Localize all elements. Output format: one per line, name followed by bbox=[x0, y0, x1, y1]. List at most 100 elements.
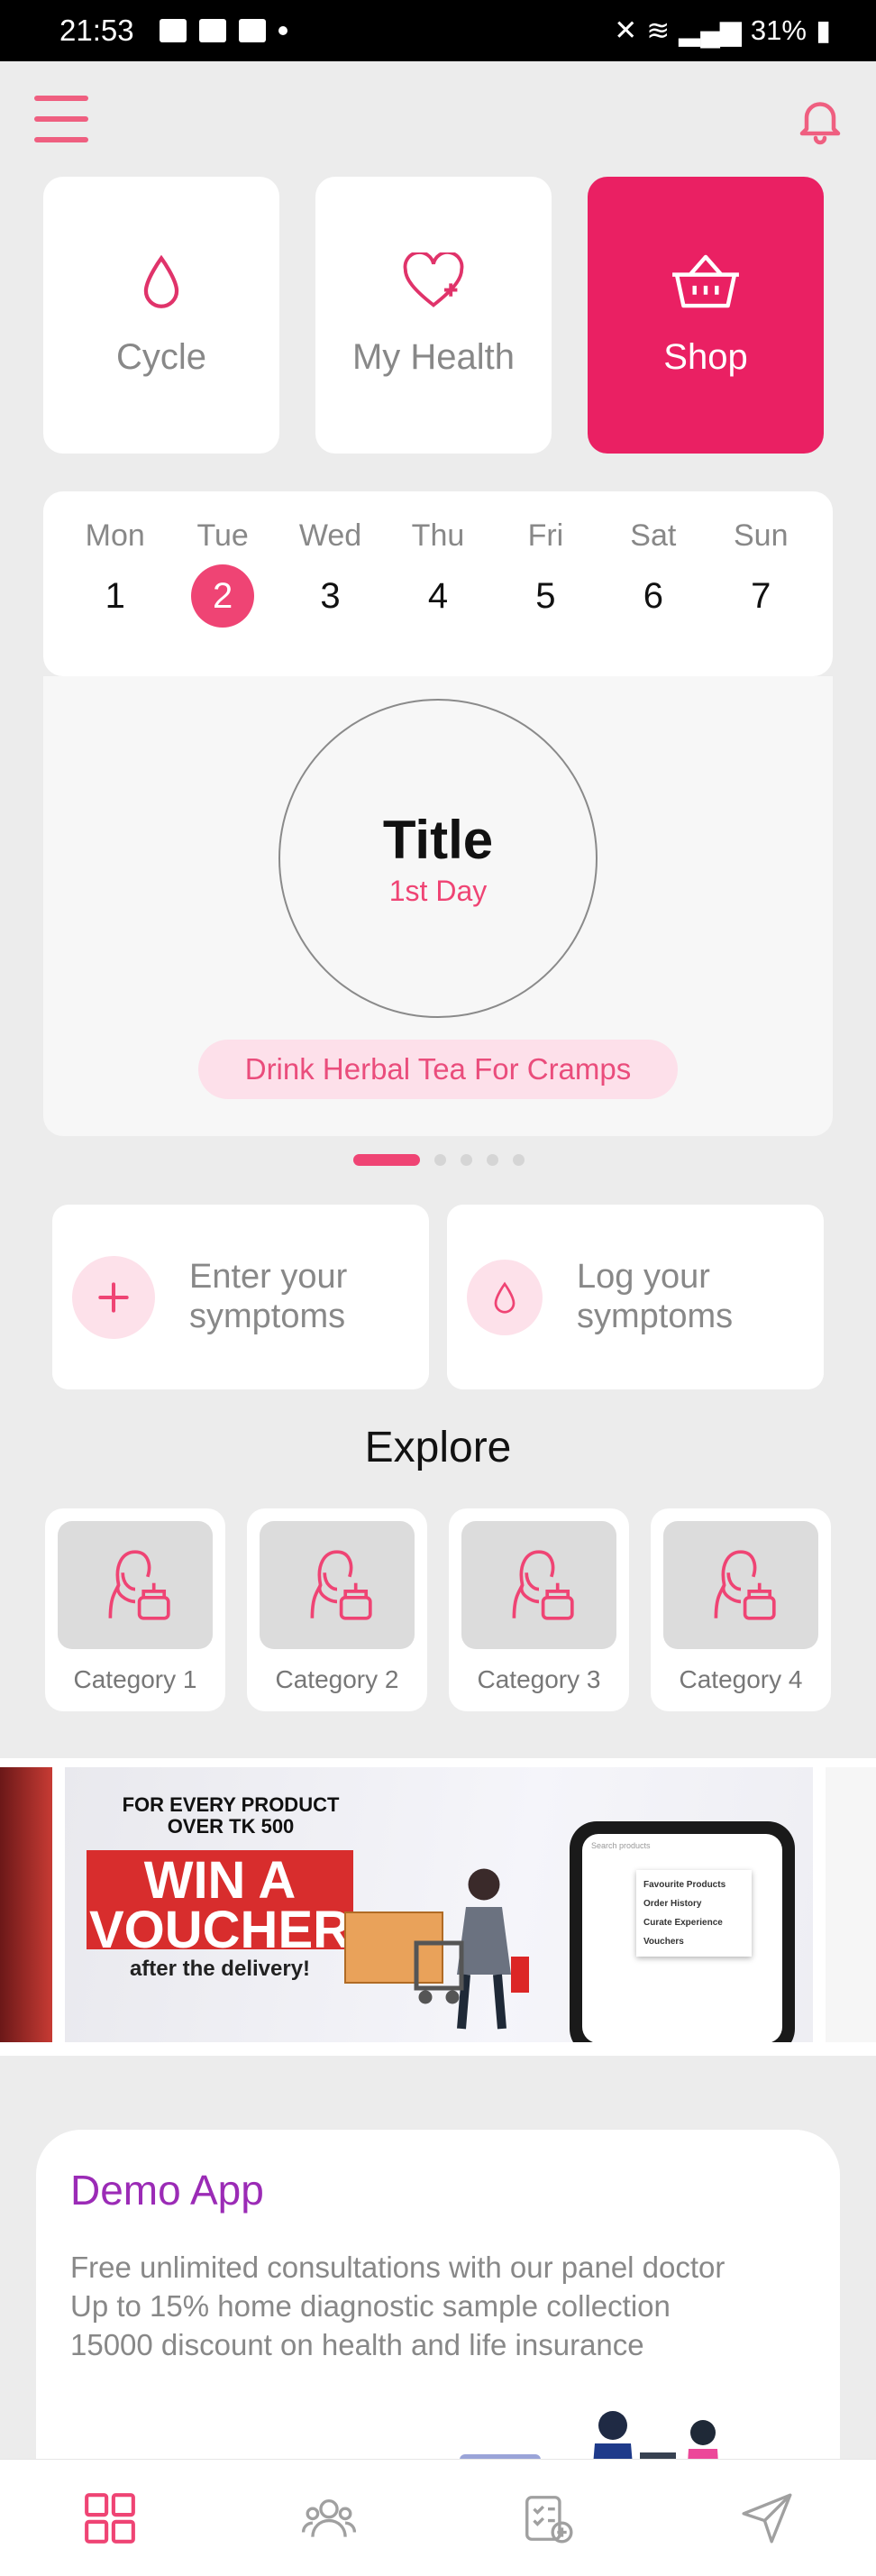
heart-plus-icon bbox=[403, 252, 464, 307]
day-name: Sat bbox=[630, 518, 677, 553]
nav-tasks[interactable] bbox=[512, 2482, 584, 2554]
day-number: 3 bbox=[320, 575, 341, 616]
bottom-navigation bbox=[0, 2459, 876, 2576]
notification-dot-icon bbox=[278, 26, 287, 35]
indicator-dot bbox=[434, 1154, 446, 1166]
phone-illustration: Search products Favourite Products Order… bbox=[570, 1821, 795, 2042]
tile-cycle[interactable]: Cycle bbox=[43, 177, 279, 454]
shopper-illustration bbox=[414, 1868, 529, 2030]
calendar-day[interactable]: Sun 7 bbox=[716, 518, 806, 676]
app-icon bbox=[198, 19, 226, 42]
day-number: 2 bbox=[191, 564, 255, 628]
day-name: Wed bbox=[298, 518, 362, 553]
banner-small-text: FOR EVERY PRODUCT OVER TK 500 bbox=[122, 1793, 340, 1838]
calendar-day[interactable]: Wed 3 bbox=[286, 518, 376, 676]
phone-search-placeholder: Search products bbox=[591, 1841, 651, 1850]
tile-label: My Health bbox=[351, 337, 516, 377]
status-bar: 21:53 ✕ ≋ ▂▄▆ 31% ▮ bbox=[0, 0, 876, 61]
category-image bbox=[58, 1521, 213, 1649]
calendar-day[interactable]: Thu 4 bbox=[393, 518, 483, 676]
cycle-title: Title bbox=[382, 810, 494, 870]
send-icon bbox=[741, 2492, 792, 2544]
community-icon bbox=[301, 2498, 356, 2537]
calendar-day[interactable]: Fri 5 bbox=[500, 518, 590, 676]
feature-tiles: Cycle My Health Shop bbox=[43, 177, 824, 454]
category-image bbox=[663, 1521, 818, 1649]
phone-menu: Favourite Products Order History Curate … bbox=[636, 1870, 752, 1957]
drop-icon bbox=[467, 1259, 543, 1335]
category-list: Category 1 Category 2 Category 3 Categor… bbox=[45, 1508, 831, 1711]
voucher-banner[interactable]: FOR EVERY PRODUCT OVER TK 500 WIN A VOUC… bbox=[65, 1767, 813, 2042]
calendar-day[interactable]: Mon 1 bbox=[70, 518, 160, 676]
bell-icon[interactable] bbox=[793, 93, 847, 147]
indicator-dot bbox=[487, 1154, 498, 1166]
category-card[interactable]: Category 4 bbox=[651, 1508, 831, 1711]
demo-title: Demo App bbox=[70, 2167, 264, 2214]
cycle-circle[interactable]: Title 1st Day bbox=[278, 699, 598, 1018]
phone-menu-item: Vouchers bbox=[643, 1937, 684, 1947]
basket-icon bbox=[672, 254, 739, 308]
menu-icon[interactable] bbox=[34, 96, 88, 142]
symptom-actions: Enter your symptoms Log your symptoms bbox=[52, 1205, 824, 1389]
category-label: Category 2 bbox=[275, 1665, 399, 1693]
category-card[interactable]: Category 2 bbox=[247, 1508, 427, 1711]
cycle-card: Title 1st Day Drink Herbal Tea For Cramp… bbox=[43, 676, 833, 1136]
grid-icon bbox=[84, 2492, 135, 2544]
day-number: 4 bbox=[427, 575, 449, 616]
tile-my-health[interactable]: My Health bbox=[315, 177, 552, 454]
plus-icon bbox=[72, 1255, 155, 1339]
enter-symptoms-button[interactable]: Enter your symptoms bbox=[52, 1205, 429, 1389]
banner-big-text: WIN A VOUCHER bbox=[87, 1850, 353, 1957]
carousel-indicator bbox=[353, 1154, 525, 1166]
demo-benefit: Up to 15% home diagnostic sample collect… bbox=[70, 2288, 671, 2323]
tile-label: Cycle bbox=[115, 337, 207, 377]
cycle-day: 1st Day bbox=[388, 875, 488, 907]
banner-after-text: after the delivery! bbox=[129, 1957, 311, 1981]
woman-icon bbox=[310, 1550, 372, 1620]
indicator-dot bbox=[513, 1154, 525, 1166]
battery-level: 31% bbox=[750, 14, 807, 46]
top-bar bbox=[0, 61, 876, 177]
signal-icon: ▂▄▆ bbox=[679, 14, 742, 46]
category-card[interactable]: Category 1 bbox=[45, 1508, 225, 1711]
nav-home[interactable] bbox=[74, 2482, 146, 2554]
banner-previous[interactable] bbox=[0, 1767, 52, 2042]
demo-benefit: 15000 discount on health and life insura… bbox=[70, 2327, 644, 2361]
day-number: 6 bbox=[643, 575, 663, 616]
day-name: Mon bbox=[85, 518, 145, 553]
tile-label: Shop bbox=[663, 337, 748, 377]
nav-community[interactable] bbox=[293, 2482, 365, 2554]
week-calendar: Mon 1 Tue 2 Wed 3 Thu 4 Fri 5 Sat 6 Sun 7 bbox=[43, 491, 833, 676]
banner-next[interactable] bbox=[826, 1767, 876, 2042]
calendar-day[interactable]: Sat 6 bbox=[608, 518, 698, 676]
indicator-dot bbox=[461, 1154, 472, 1166]
day-name: Fri bbox=[527, 518, 564, 553]
calendar-day-selected[interactable]: Tue 2 bbox=[178, 518, 268, 676]
day-name: Thu bbox=[411, 518, 465, 553]
explore-heading: Explore bbox=[364, 1424, 512, 1471]
battery-icon: ▮ bbox=[815, 14, 831, 46]
phone-menu-item: Order History bbox=[643, 1899, 702, 1909]
nav-messages[interactable] bbox=[731, 2482, 803, 2554]
action-label: Enter your symptoms bbox=[189, 1257, 348, 1335]
day-name: Sun bbox=[733, 518, 789, 553]
category-label: Category 1 bbox=[73, 1665, 197, 1693]
category-image bbox=[260, 1521, 415, 1649]
category-label: Category 4 bbox=[679, 1665, 803, 1693]
category-card[interactable]: Category 3 bbox=[449, 1508, 629, 1711]
tip-pill[interactable]: Drink Herbal Tea For Cramps bbox=[198, 1040, 678, 1099]
day-number: 7 bbox=[751, 575, 771, 616]
log-symptoms-button[interactable]: Log your symptoms bbox=[447, 1205, 824, 1389]
wifi-icon: ≋ bbox=[646, 14, 671, 46]
action-label: Log your symptoms bbox=[577, 1257, 734, 1335]
category-image bbox=[461, 1521, 616, 1649]
woman-icon bbox=[714, 1550, 776, 1620]
category-label: Category 3 bbox=[477, 1665, 601, 1693]
demo-benefit: Free unlimited consultations with our pa… bbox=[70, 2251, 725, 2284]
tile-shop[interactable]: Shop bbox=[588, 177, 824, 454]
gallery-icon bbox=[159, 19, 187, 42]
day-number: 1 bbox=[105, 575, 125, 616]
demo-app-card[interactable]: Demo App Free unlimited consultations wi… bbox=[36, 2130, 840, 2508]
checklist-icon bbox=[525, 2495, 573, 2544]
day-number: 5 bbox=[535, 575, 556, 616]
